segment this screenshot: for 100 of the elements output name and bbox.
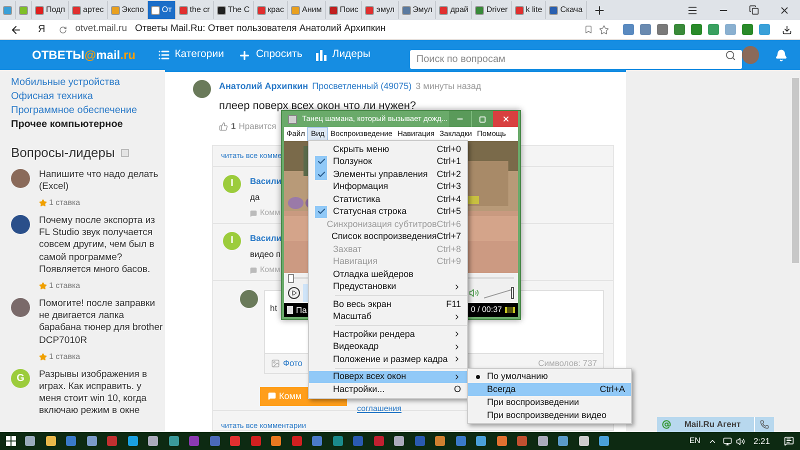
menu-item[interactable]: Видеокадр — [309, 340, 467, 353]
browser-tab[interactable]: Driver — [472, 1, 512, 19]
menu-item[interactable]: Настройки рендера — [309, 328, 467, 340]
extension-icon[interactable] — [725, 24, 736, 35]
menu-item[interactable]: Статусная строка Ctrl+5 — [309, 206, 467, 218]
question-link[interactable]: Напишите что надо делать (Excel) — [39, 168, 163, 193]
back-icon[interactable] — [10, 24, 22, 36]
app-icon[interactable] — [128, 436, 138, 446]
extension-icon[interactable] — [742, 24, 753, 35]
close-icon[interactable] — [779, 4, 790, 16]
extension-icon[interactable] — [640, 24, 651, 35]
extension-icon[interactable] — [759, 24, 770, 35]
extension-icon[interactable] — [623, 24, 634, 35]
menu-item[interactable]: По умолчанию — [468, 370, 631, 383]
language-indicator[interactable]: EN — [689, 435, 700, 447]
seek-thumb[interactable] — [288, 274, 294, 283]
browser-tab[interactable]: Эмул — [398, 1, 436, 19]
bookmark-icon[interactable] — [584, 25, 593, 34]
menu-item[interactable]: Элементы управления Ctrl+2 — [309, 168, 467, 180]
bell-icon[interactable] — [775, 48, 788, 62]
menu-item[interactable]: При воспроизведении видео — [468, 409, 631, 422]
menu-item[interactable]: Предустановки — [309, 280, 467, 293]
phone-icon[interactable] — [760, 420, 769, 429]
menu-item[interactable]: Во весь экран F11 — [309, 298, 467, 310]
browser-tab[interactable]: драй — [436, 1, 472, 19]
comment-author[interactable]: Васили — [250, 232, 282, 244]
app-icon[interactable] — [538, 436, 548, 446]
browser-tab[interactable]: От — [148, 1, 176, 19]
volume-thumb[interactable] — [511, 287, 514, 299]
favicon-icon — [110, 6, 120, 14]
menu-item[interactable]: Информация Ctrl+3 — [309, 180, 467, 193]
app-icon[interactable] — [496, 436, 506, 446]
app-icon[interactable] — [578, 436, 588, 446]
app-icon[interactable] — [86, 436, 96, 446]
network-icon[interactable] — [723, 436, 732, 446]
notifications-icon[interactable] — [784, 436, 794, 446]
author-name[interactable]: Анатолий Архипкин — [219, 80, 308, 94]
browser-tab[interactable] — [16, 1, 32, 19]
clock[interactable]: 2:21 — [753, 434, 770, 448]
menu-item[interactable]: Скрыть меню Ctrl+0 — [309, 143, 467, 156]
restore-icon[interactable] — [749, 5, 759, 15]
new-tab-icon[interactable] — [592, 4, 606, 16]
menu-item[interactable]: Масштаб — [309, 310, 467, 323]
question-link[interactable]: Почему после экспорта из FL Studio звук получается совсем другим, чем был в самой программе? Появляется много басов. — [39, 214, 163, 276]
nav-link[interactable]: Категории — [158, 47, 224, 63]
extension-icon[interactable] — [657, 24, 668, 35]
category-link[interactable]: Программное обеспечение — [11, 103, 165, 117]
browser-tab[interactable]: k lite — [512, 1, 546, 19]
favicon-icon — [328, 6, 338, 14]
agent-bar[interactable]: Mail.Ru Агент — [657, 417, 774, 432]
site-logo[interactable]: ОТВЕТЫ@mail.ru — [32, 46, 158, 64]
extension-icon[interactable] — [691, 24, 702, 35]
tab-title: The C — [228, 4, 250, 16]
question-link[interactable]: Помогите! после заправки не двигается лапка барабана тюнер для brother DCP7010R — [39, 298, 163, 347]
menu-item[interactable]: Поверх всех окон — [309, 370, 467, 383]
menu-item[interactable]: Отладка шейдеров — [309, 268, 467, 280]
author-rank[interactable]: Просветленный (49075) — [312, 80, 412, 94]
menu-item[interactable]: Всегда Ctrl+A — [468, 383, 631, 396]
scrollbar[interactable] — [790, 70, 800, 432]
browser-tab[interactable]: эмул — [362, 1, 399, 19]
browser-tab[interactable]: крас — [254, 1, 288, 19]
play-button[interactable] — [288, 287, 300, 299]
browser-tab[interactable]: Скача — [546, 1, 587, 19]
like-icon[interactable] — [219, 122, 228, 131]
menu-item[interactable]: Ползунок Ctrl+1 — [309, 156, 467, 168]
agreement-link[interactable]: соглашения — [357, 402, 402, 415]
star-icon[interactable] — [599, 24, 609, 34]
download-icon[interactable] — [782, 24, 792, 34]
volume-icon[interactable] — [736, 436, 746, 446]
category-link[interactable]: Офисная техника — [11, 89, 165, 103]
browser-tab[interactable]: артес — [69, 1, 108, 19]
category-link[interactable]: Мобильные устройства — [11, 75, 165, 89]
extension-icon[interactable] — [674, 24, 685, 35]
question-link[interactable]: Разрывы изображения в играх. Как исправить. у меня стоит win 10, когда включаю режим в окне — [39, 368, 163, 418]
app-icon[interactable] — [46, 436, 56, 446]
comment-author[interactable]: Васили — [250, 174, 282, 188]
nav-link[interactable]: Спросить — [238, 47, 302, 63]
menu-item[interactable]: Положение и размер кадра — [309, 353, 467, 366]
menu-item[interactable]: Список воспроизведенияCtrl+7 — [309, 230, 467, 243]
close-button[interactable] — [493, 111, 518, 127]
photo-icon[interactable] — [271, 358, 280, 368]
favicon-icon — [178, 6, 188, 14]
maximize-button[interactable] — [471, 111, 493, 127]
volume-slider[interactable] — [484, 287, 514, 299]
category-link[interactable]: Прочее компьютерное — [11, 117, 165, 131]
extension-icon[interactable] — [708, 24, 719, 35]
yandex-button[interactable]: Я — [38, 22, 46, 37]
browser-tab[interactable] — [0, 1, 16, 19]
menu-icon[interactable] — [687, 4, 698, 16]
browser-tab[interactable]: Подп — [32, 1, 70, 19]
app-icon[interactable] — [168, 436, 178, 446]
search-field[interactable]: Поиск по вопросам — [410, 50, 742, 68]
menu-item[interactable]: Статистика Ctrl+4 — [309, 193, 467, 206]
menu-item[interactable]: При воспроизведении — [468, 396, 631, 409]
search-icon[interactable] — [725, 50, 736, 60]
reload-icon[interactable] — [59, 26, 68, 34]
photo-link[interactable]: Фото — [283, 356, 303, 370]
browser-tab[interactable]: Аним — [288, 1, 326, 19]
windows-start-icon[interactable] — [6, 436, 16, 446]
nav-link[interactable]: Лидеры — [316, 47, 370, 63]
